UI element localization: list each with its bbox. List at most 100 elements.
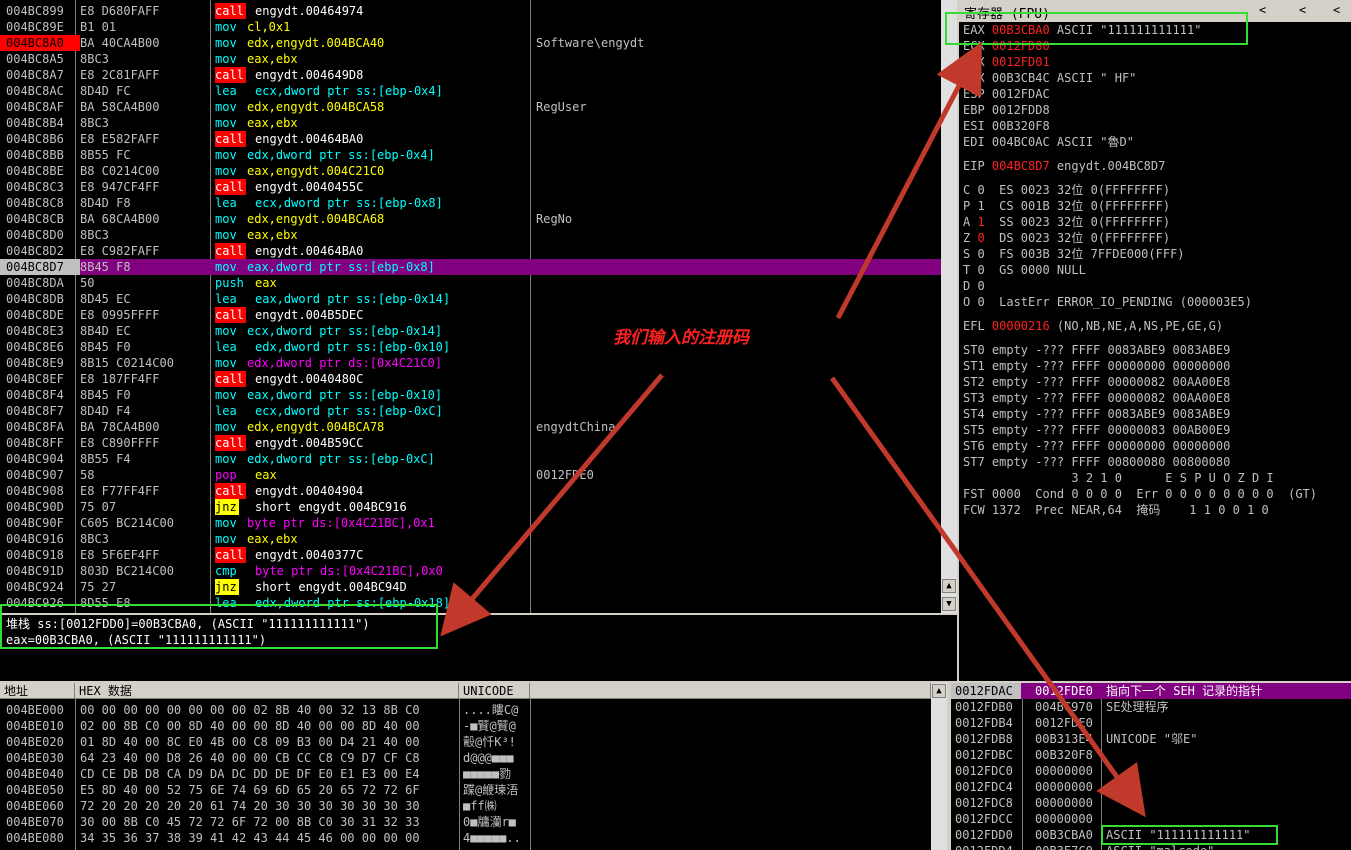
dump-row[interactable]: 004BE060 72 20 20 20 20 20 61 74 20 30 30… bbox=[0, 798, 931, 814]
scroll-up-icon[interactable]: ▲ bbox=[942, 579, 956, 593]
nav-left-icon-1[interactable]: < bbox=[1259, 3, 1266, 17]
disasm-row[interactable]: 004BC8E3 8B4D EC mov ecx,dword ptr ss:[ebp-… bbox=[0, 323, 941, 339]
nav-left-icon-2[interactable]: < bbox=[1299, 3, 1306, 17]
register-line[interactable]: EAX 00B3CBA0 ASCII "111111111111" bbox=[963, 22, 1201, 38]
disasm-row[interactable]: 004BC90D 75 07 jnz short engydt.004BC916 bbox=[0, 499, 941, 515]
disasm-row[interactable]: 004BC8FA BA 78CA4B00 mov edx,engydt.004BCA7… bbox=[0, 419, 941, 435]
register-line[interactable]: EIP 004BC8D7 engydt.004BC8D7 bbox=[963, 158, 1165, 174]
register-line[interactable]: O 0 LastErr ERROR_IO_PENDING (000003E5) bbox=[963, 294, 1252, 310]
register-line[interactable]: ST0 empty -??? FFFF 0083ABE9 0083ABE9 bbox=[963, 342, 1230, 358]
register-line[interactable]: Z 0 DS 0023 32位 0(FFFFFFFF) bbox=[963, 230, 1170, 246]
register-line[interactable]: EBX 00B3CB4C ASCII " HF" bbox=[963, 70, 1136, 86]
stack-row[interactable]: 0012FDBC 00B320F8 bbox=[951, 747, 1351, 763]
dump-row[interactable]: 004BE030 64 23 40 00 D8 26 40 00 00 CB CC… bbox=[0, 750, 931, 766]
register-line[interactable]: ST4 empty -??? FFFF 0083ABE9 0083ABE9 bbox=[963, 406, 1230, 422]
disasm-row[interactable]: 004BC8FF E8 C890FFFF call engydt.004B59CC bbox=[0, 435, 941, 451]
disasm-row[interactable]: 004BC8D2 E8 C982FAFF call engydt.00464BA0 bbox=[0, 243, 941, 259]
disasm-row[interactable]: 004BC8A0 BA 40CA4B00 mov edx,engydt.004BCA4… bbox=[0, 35, 941, 51]
stack-row[interactable]: 0012FDB4 0012FDE0 bbox=[951, 715, 1351, 731]
disasm-row[interactable]: 004BC8AC 8D4D FC lea ecx,dword ptr ss:[ebp-… bbox=[0, 83, 941, 99]
disasm-row[interactable]: 004BC8EF E8 187FF4FF call engydt.0040480C bbox=[0, 371, 941, 387]
register-line[interactable]: ESI 00B320F8 bbox=[963, 118, 1050, 134]
stack-pane[interactable]: 0012FDAC 0012FDE0 指向下一个 SEH 记录的指针 0012FDB0 0… bbox=[951, 683, 1351, 850]
disasm-row[interactable]: 004BC918 E8 5F6EF4FF call engydt.0040377C bbox=[0, 547, 941, 563]
disasm-row[interactable]: 004BC8A5 8BC3 mov eax,ebx bbox=[0, 51, 941, 67]
stack-row[interactable]: 0012FDB8 00B313E4 UNICODE "邬E" bbox=[951, 731, 1351, 747]
disasm-row[interactable]: 004BC8CB BA 68CA4B00 mov edx,engydt.004BCA6… bbox=[0, 211, 941, 227]
register-line[interactable]: A 1 SS 0023 32位 0(FFFFFFFF) bbox=[963, 214, 1170, 230]
disasm-row[interactable]: 004BC90F C605 BC214C00 mov byte ptr ds:[0x4… bbox=[0, 515, 941, 531]
disasm-row[interactable]: 004BC904 8B55 F4 mov edx,dword ptr ss:[ebp-… bbox=[0, 451, 941, 467]
disassembly-pane[interactable]: 004BC899 E8 D680FAFF call engydt.00464974 00… bbox=[0, 0, 941, 613]
register-line[interactable]: T 0 GS 0000 NULL bbox=[963, 262, 1086, 278]
disasm-row[interactable]: 004BC91D 803D BC214C00 cmp byte ptr ds:[0x4… bbox=[0, 563, 941, 579]
dump-col-addr[interactable]: 地址 bbox=[0, 683, 75, 699]
disasm-row[interactable]: 004BC89E B1 01 mov cl,0x1 bbox=[0, 19, 941, 35]
register-line[interactable]: ST1 empty -??? FFFF 00000000 00000000 bbox=[963, 358, 1230, 374]
stack-row[interactable]: 0012FDAC 0012FDE0 指向下一个 SEH 记录的指针 bbox=[951, 683, 1351, 699]
disasm-row[interactable]: 004BC8DB 8D45 EC lea eax,dword ptr ss:[ebp-… bbox=[0, 291, 941, 307]
stack-row[interactable]: 0012FDC4 00000000 bbox=[951, 779, 1351, 795]
registers-pane[interactable]: 寄存器 (FPU) < < < EAX 00B3CBA0 ASCII "1111… bbox=[959, 0, 1351, 681]
stack-row[interactable]: 0012FDCC 00000000 bbox=[951, 811, 1351, 827]
disasm-row[interactable]: 004BC926 8D55 E8 lea edx,dword ptr ss:[ebp-… bbox=[0, 595, 941, 611]
nav-left-icon-3[interactable]: < bbox=[1333, 3, 1340, 17]
disasm-row[interactable]: 004BC8DE E8 0995FFFF call engydt.004B5DEC bbox=[0, 307, 941, 323]
register-line[interactable]: P 1 CS 001B 32位 0(FFFFFFFF) bbox=[963, 198, 1170, 214]
disasm-row[interactable]: 004BC8AF BA 58CA4B00 mov edx,engydt.004BCA5… bbox=[0, 99, 941, 115]
register-line[interactable]: EDI 004BC0AC ASCII "魯D" bbox=[963, 134, 1134, 150]
dump-scrollbar[interactable]: ▲ bbox=[931, 683, 947, 850]
disasm-row[interactable]: 004BC899 E8 D680FAFF call engydt.00464974 bbox=[0, 3, 941, 19]
register-line[interactable]: D 0 bbox=[963, 278, 985, 294]
disasm-row[interactable]: 004BC8F7 8D4D F4 lea ecx,dword ptr ss:[ebp-… bbox=[0, 403, 941, 419]
dump-row[interactable]: 004BE010 02 00 8B C0 00 8D 40 00 00 8D 40… bbox=[0, 718, 931, 734]
disasm-row[interactable]: 004BC8E6 8B45 F0 lea edx,dword ptr ss:[ebp-… bbox=[0, 339, 941, 355]
dump-row[interactable]: 004BE070 30 00 8B C0 45 72 72 6F 72 00 8B… bbox=[0, 814, 931, 830]
dump-col-hex[interactable]: HEX 数据 bbox=[75, 683, 459, 699]
disasm-row[interactable]: 004BC907 58 pop eax 0012FDE0 bbox=[0, 467, 941, 483]
disasm-row[interactable]: 004BC8DA 50 push eax bbox=[0, 275, 941, 291]
disasm-row[interactable]: 004BC8BE B8 C0214C00 mov eax,engydt.004C21C… bbox=[0, 163, 941, 179]
disasm-row[interactable]: 004BC8BB 8B55 FC mov edx,dword ptr ss:[ebp-… bbox=[0, 147, 941, 163]
register-line[interactable]: ESP 0012FDAC bbox=[963, 86, 1050, 102]
stack-row[interactable]: 0012FDC0 00000000 bbox=[951, 763, 1351, 779]
registers-header[interactable]: 寄存器 (FPU) < < < bbox=[959, 0, 1351, 22]
register-line[interactable]: C 0 ES 0023 32位 0(FFFFFFFF) bbox=[963, 182, 1170, 198]
disasm-row[interactable]: 004BC8A7 E8 2C81FAFF call engydt.004649D8 bbox=[0, 67, 941, 83]
disasm-row[interactable]: 004BC8D7 8B45 F8 mov eax,dword ptr ss:[ebp-… bbox=[0, 259, 941, 275]
register-line[interactable]: FCW 1372 Prec NEAR,64 掩码 1 1 0 0 1 0 bbox=[963, 502, 1269, 518]
disasm-row[interactable]: 004BC8B6 E8 E582FAFF call engydt.00464BA0 bbox=[0, 131, 941, 147]
disasm-row[interactable]: 004BC8C8 8D4D F8 lea ecx,dword ptr ss:[ebp-… bbox=[0, 195, 941, 211]
dump-row[interactable]: 004BE050 E5 8D 40 00 52 75 6E 74 69 6D 65… bbox=[0, 782, 931, 798]
register-line[interactable]: ECX 0012FD80 bbox=[963, 38, 1050, 54]
register-line[interactable]: EDX 0012FD01 bbox=[963, 54, 1050, 70]
stack-row[interactable]: 0012FDB0 004BC970 SE处理程序 bbox=[951, 699, 1351, 715]
disassembly-scrollbar[interactable]: ▲ ▼ bbox=[941, 0, 957, 613]
dump-scroll-up-icon[interactable]: ▲ bbox=[932, 684, 946, 698]
stack-row[interactable]: 0012FDD4 00B3E7C0 ASCII "malcode" bbox=[951, 843, 1351, 850]
register-line[interactable]: ST2 empty -??? FFFF 00000082 00AA00E8 bbox=[963, 374, 1230, 390]
dump-row[interactable]: 004BE040 CD CE DB D8 CA D9 DA DC DD DE DF… bbox=[0, 766, 931, 782]
register-line[interactable]: ST6 empty -??? FFFF 00000000 00000000 bbox=[963, 438, 1230, 454]
scroll-down-icon[interactable]: ▼ bbox=[942, 597, 956, 611]
disasm-row[interactable]: 004BC916 8BC3 mov eax,ebx bbox=[0, 531, 941, 547]
register-line[interactable]: 3 2 1 0 E S P U O Z D I bbox=[963, 470, 1273, 486]
register-line[interactable]: ST3 empty -??? FFFF 00000082 00AA00E8 bbox=[963, 390, 1230, 406]
register-line[interactable]: ST7 empty -??? FFFF 00800080 00800080 bbox=[963, 454, 1230, 470]
dump-row[interactable]: 004BE000 00 00 00 00 00 00 00 00 02 8B 40… bbox=[0, 702, 931, 718]
register-line[interactable]: S 0 FS 003B 32位 7FFDE000(FFF) bbox=[963, 246, 1185, 262]
stack-row[interactable]: 0012FDD0 00B3CBA0 ASCII "111111111111" bbox=[951, 827, 1351, 843]
stack-row[interactable]: 0012FDC8 00000000 bbox=[951, 795, 1351, 811]
disasm-row[interactable]: 004BC8E9 8B15 C0214C00 mov edx,dword ptr ds… bbox=[0, 355, 941, 371]
disasm-row[interactable]: 004BC8C3 E8 947CF4FF call engydt.0040455C bbox=[0, 179, 941, 195]
dump-col-unicode[interactable]: UNICODE bbox=[459, 683, 530, 699]
register-line[interactable]: ST5 empty -??? FFFF 00000083 00AB00E9 bbox=[963, 422, 1230, 438]
register-line[interactable]: EFL 00000216 (NO,NB,NE,A,NS,PE,GE,G) bbox=[963, 318, 1223, 334]
disasm-row[interactable]: 004BC8D0 8BC3 mov eax,ebx bbox=[0, 227, 941, 243]
dump-pane[interactable]: 地址 HEX 数据 UNICODE 004BE000 00 00 00 00 00… bbox=[0, 683, 931, 850]
dump-row[interactable]: 004BE080 34 35 36 37 38 39 41 42 43 44 45… bbox=[0, 830, 931, 846]
dump-row[interactable]: 004BE020 01 8D 40 00 8C E0 4B 00 C8 09 B3… bbox=[0, 734, 931, 750]
disasm-row[interactable]: 004BC8F4 8B45 F0 mov eax,dword ptr ss:[ebp-… bbox=[0, 387, 941, 403]
disasm-row[interactable]: 004BC8B4 8BC3 mov eax,ebx bbox=[0, 115, 941, 131]
register-line[interactable]: FST 0000 Cond 0 0 0 0 Err 0 0 0 0 0 0 0 … bbox=[963, 486, 1317, 502]
